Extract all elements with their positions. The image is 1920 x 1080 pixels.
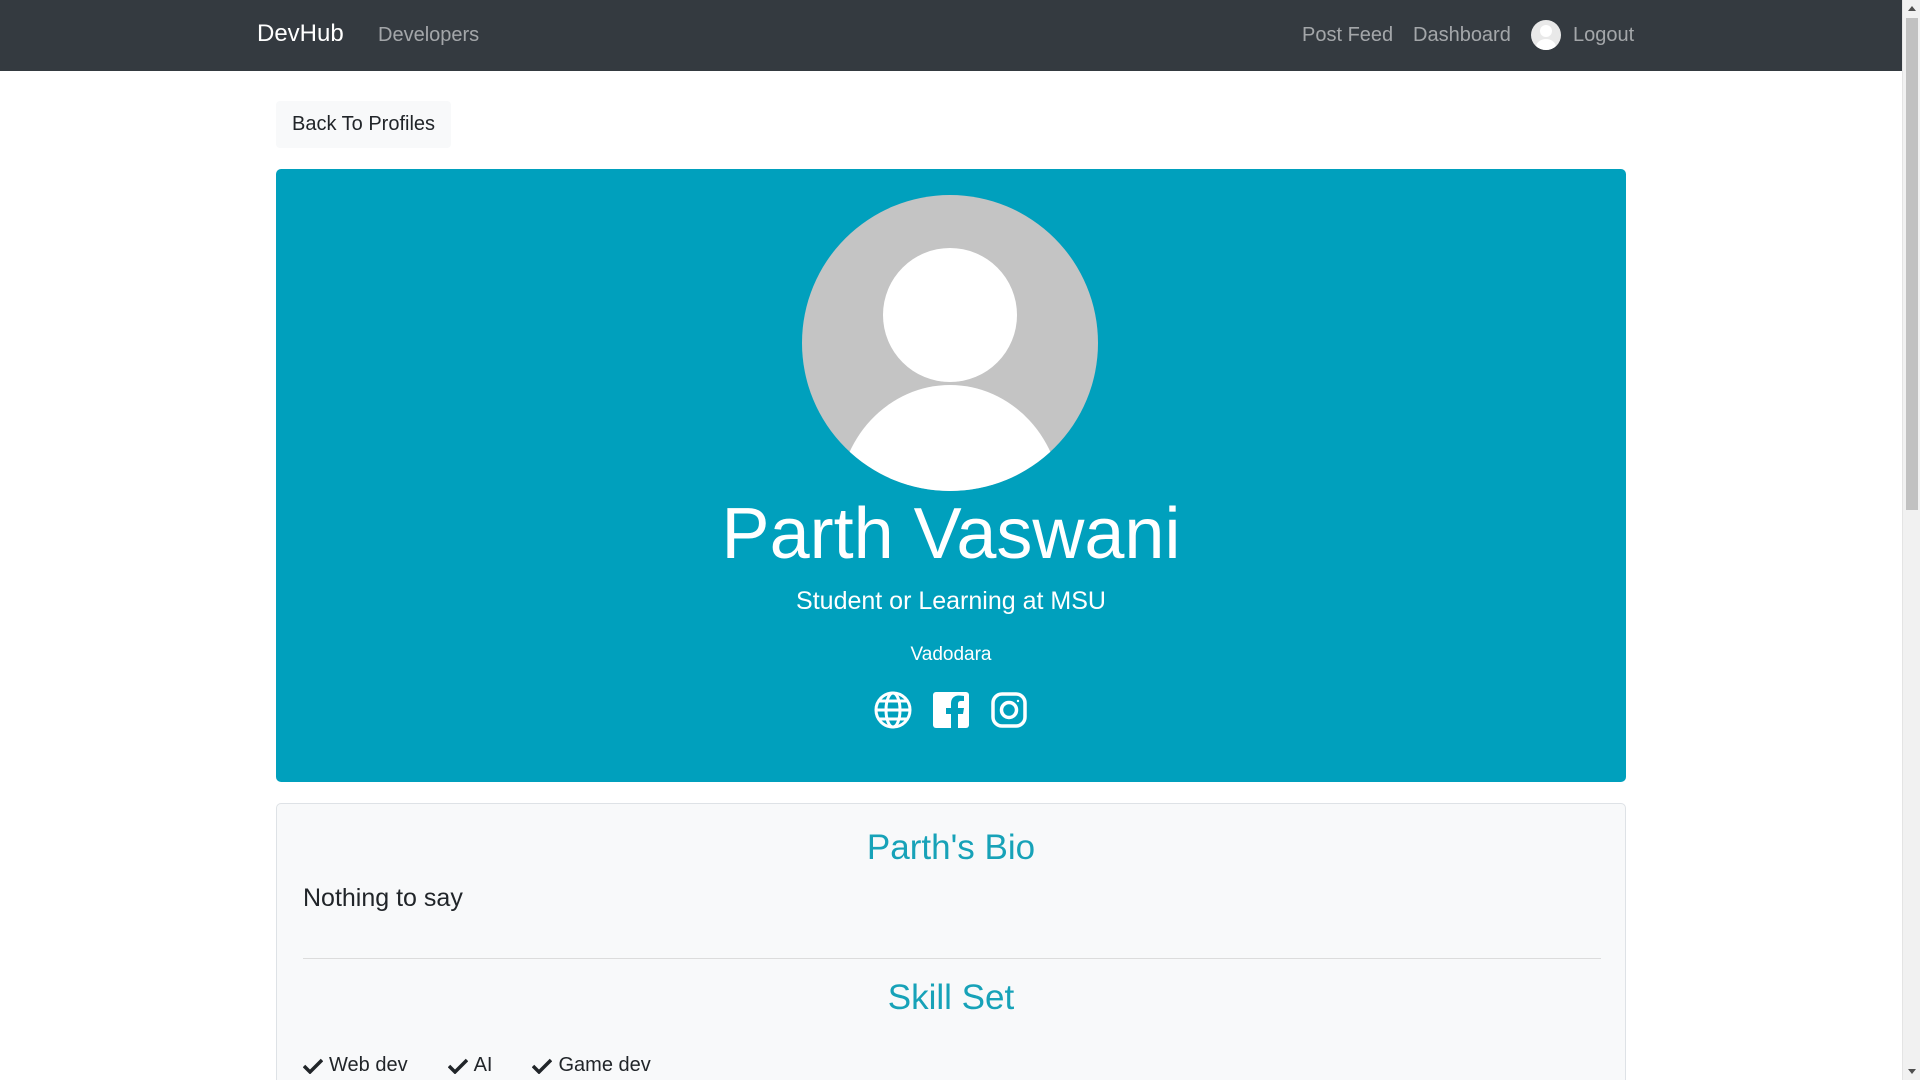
profile-status: Student or Learning at MSU [796,587,1106,615]
navbar: DevHub Developers Post Feed Dashboard Lo… [0,0,1902,71]
nav-post-feed-link[interactable]: Post Feed [1302,24,1393,47]
skill-item: Game dev [532,1054,651,1077]
bio-title: Parth's Bio [866,828,1036,867]
divider [303,958,1601,959]
globe-icon[interactable] [874,691,912,729]
logout-label: Logout [1573,23,1635,46]
user-avatar-icon [1531,20,1561,50]
scroll-up-icon[interactable] [1908,6,1916,11]
back-to-profiles-button[interactable]: Back To Profiles [276,101,451,148]
check-icon [532,1058,553,1074]
profile-location: Vadodara [910,644,992,665]
instagram-icon[interactable] [990,691,1028,729]
skill-label: AI [473,1054,493,1076]
profile-name: Parth Vaswani [721,494,1181,574]
check-icon [303,1058,323,1074]
brand-link[interactable]: DevHub [257,20,344,48]
skills-title: Skill Set [887,978,1015,1017]
nav-dashboard-link[interactable]: Dashboard [1413,24,1511,47]
page-scrollbar[interactable] [1902,0,1920,1080]
skills-list: Web dev AI Game dev [303,1054,651,1077]
scroll-down-icon[interactable] [1908,1069,1916,1074]
social-links [276,691,1626,729]
check-icon [447,1058,468,1074]
facebook-icon[interactable] [932,691,970,729]
skill-label: Web dev [329,1054,408,1076]
skill-item: AI [447,1054,493,1077]
scroll-thumb[interactable] [1906,18,1918,510]
profile-header-card: Parth Vaswani Student or Learning at MSU… [276,169,1626,782]
nav-developers-link[interactable]: Developers [378,24,479,47]
profile-avatar [802,195,1098,491]
skill-label: Game dev [558,1054,651,1076]
nav-logout-link[interactable]: Logout [1531,20,1634,50]
bio-card: Parth's Bio Nothing to say Skill Set Web… [276,803,1626,1080]
bio-text: Nothing to say [303,884,463,912]
skill-item: Web dev [303,1054,408,1077]
